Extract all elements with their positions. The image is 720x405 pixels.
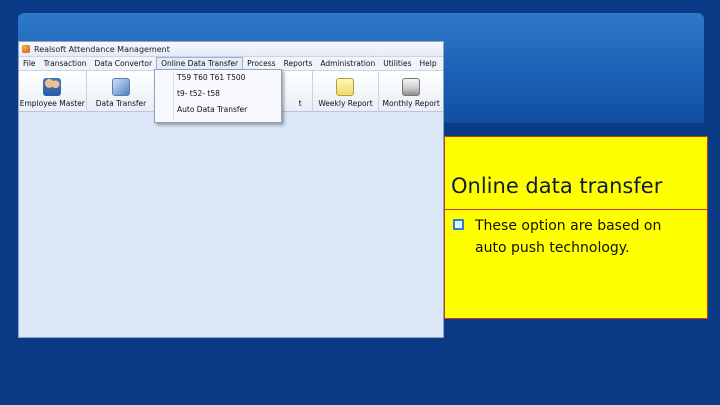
menu-file[interactable]: File: [19, 57, 40, 70]
weekly-report-icon: [336, 78, 355, 96]
menu-reports[interactable]: Reports: [280, 57, 317, 70]
callout-bullet-text: These option are based on auto push tech…: [475, 218, 662, 256]
menu-administration[interactable]: Administration: [316, 57, 379, 70]
menu-utilities[interactable]: Utilities: [379, 57, 415, 70]
menu-help[interactable]: Help: [415, 57, 440, 70]
app-logo-icon: [22, 45, 30, 53]
data-transfer-button[interactable]: Data Transfer: [87, 71, 157, 111]
checkbox-bullet-icon: [453, 219, 464, 230]
data-transfer-icon: [112, 78, 130, 96]
employee-master-label: Employee Master: [19, 99, 85, 108]
monthly-report-icon: [402, 78, 421, 96]
callout-bullet: These option are based on auto push tech…: [453, 215, 693, 259]
menu-data-convertor[interactable]: Data Convertor: [90, 57, 156, 70]
dropdown-gutter: [173, 72, 174, 120]
callout-box: Online data transfer These option are ba…: [444, 136, 708, 319]
callout-title: Online data transfer: [451, 174, 663, 198]
online-data-transfer-dropdown: T59 T60 T61 T500 t9- t52- t58 Auto Data …: [154, 69, 282, 123]
data-transfer-label: Data Transfer: [95, 99, 147, 108]
employee-master-button[interactable]: Employee Master: [19, 71, 87, 111]
employees-icon: [43, 78, 62, 96]
callout-divider: [445, 209, 707, 210]
window-title: Realsoft Attendance Management: [34, 44, 170, 54]
title-bar[interactable]: Realsoft Attendance Management: [19, 42, 443, 57]
monthly-report-button[interactable]: Monthly Report: [379, 71, 443, 111]
hidden-toolbar-label: t: [298, 99, 302, 108]
weekly-report-label: Weekly Report: [318, 99, 373, 108]
menu-transaction[interactable]: Transaction: [40, 57, 91, 70]
weekly-report-button[interactable]: Weekly Report: [313, 71, 380, 111]
monthly-report-label: Monthly Report: [382, 99, 440, 108]
